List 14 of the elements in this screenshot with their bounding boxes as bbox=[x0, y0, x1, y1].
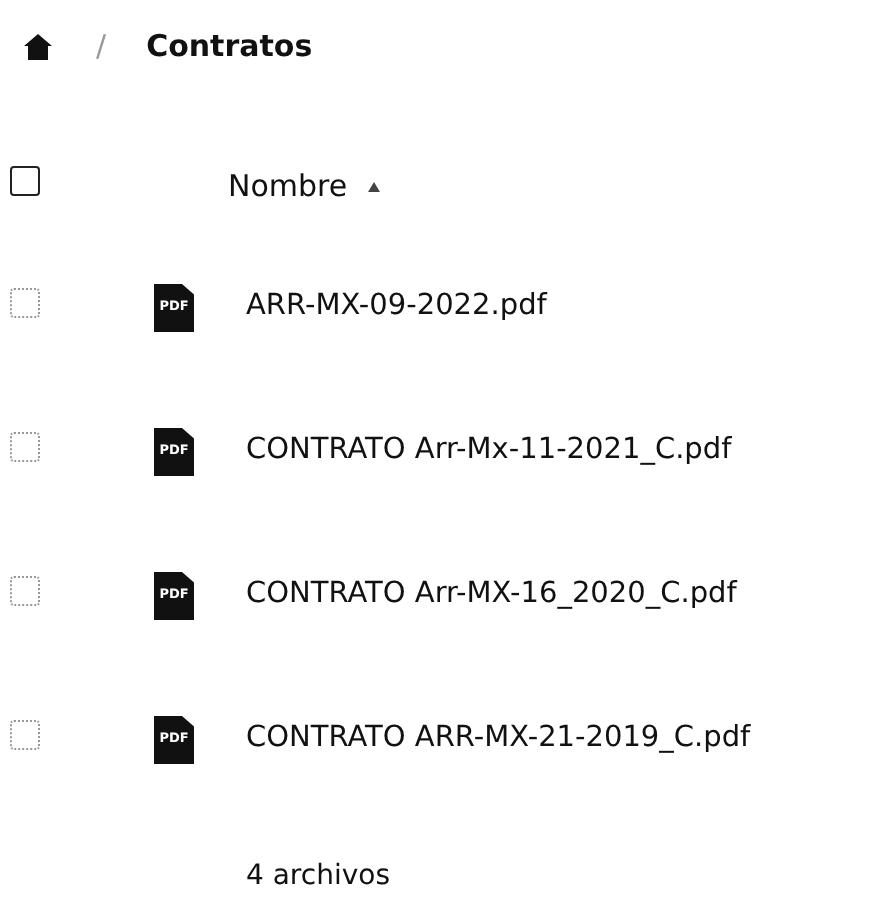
home-icon[interactable] bbox=[24, 33, 52, 59]
row-checkbox[interactable] bbox=[10, 719, 40, 750]
breadcrumb-separator: / bbox=[96, 25, 107, 68]
file-count: 4 archivos bbox=[244, 858, 392, 896]
breadcrumb-item[interactable]: Contratos bbox=[146, 23, 313, 69]
file-name[interactable]: ARR-MX-09-2022.pdf bbox=[246, 286, 547, 330]
file-name[interactable]: CONTRATO Arr-MX-16_2020_C.pdf bbox=[246, 574, 737, 618]
column-header[interactable]: Nombre bbox=[228, 163, 380, 209]
file-name[interactable]: CONTRATO Arr-Mx-11-2021_C.pdf bbox=[246, 430, 732, 474]
row-checkbox[interactable] bbox=[10, 575, 40, 606]
file-name[interactable]: CONTRATO ARR-MX-21-2019_C.pdf bbox=[246, 718, 751, 762]
select-all-checkbox[interactable] bbox=[10, 165, 40, 196]
row-checkbox[interactable] bbox=[10, 431, 40, 462]
row-checkbox[interactable] bbox=[10, 287, 40, 318]
